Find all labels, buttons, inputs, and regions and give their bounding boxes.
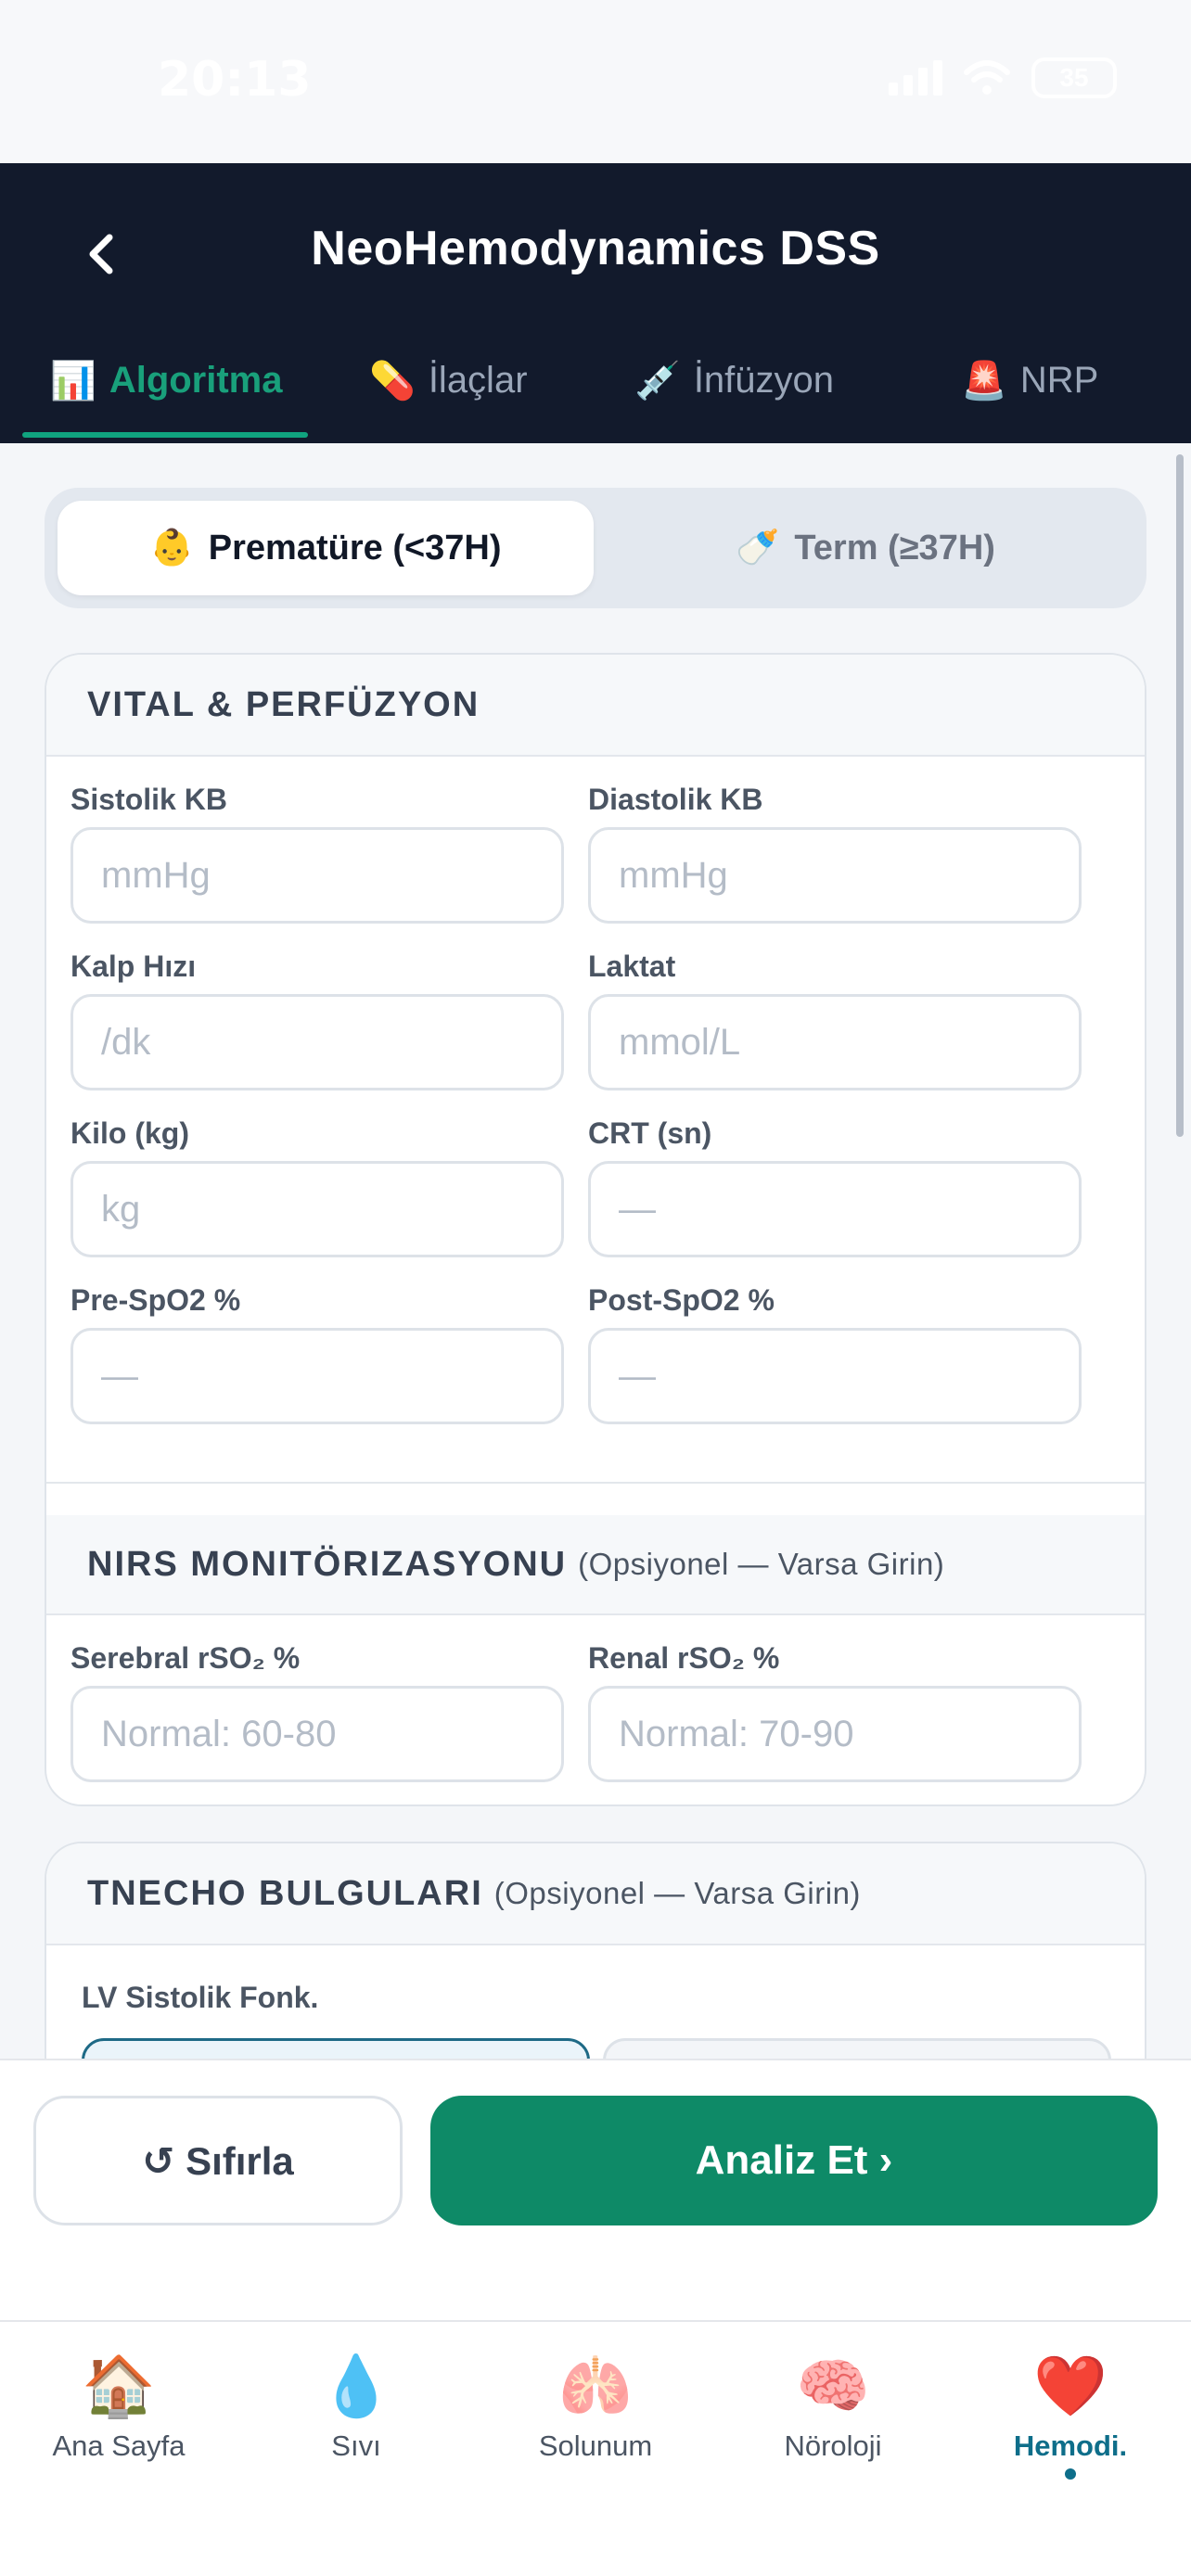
segment-preterm[interactable]: 👶 Prematüre (<37H): [58, 501, 594, 595]
weight-input[interactable]: [70, 1161, 564, 1257]
cerebral-rso2-input[interactable]: [70, 1686, 564, 1782]
syringe-icon: 💉: [634, 359, 681, 402]
tab-nrp[interactable]: 🚨 NRP: [961, 330, 1098, 443]
heart-icon: ❤️: [1033, 2353, 1108, 2421]
battery-icon: 35: [1031, 57, 1117, 98]
cellular-signal-icon: [889, 60, 942, 96]
heart-rate-input[interactable]: [70, 994, 564, 1090]
wifi-icon: [964, 60, 1010, 95]
nirs-header: NIRS MONITÖRIZASYONU (Opsiyonel — Varsa …: [46, 1515, 1145, 1615]
tab-label: NRP: [1019, 359, 1099, 401]
pre-spo2-input[interactable]: [70, 1328, 564, 1424]
nav-label: Hemodi.: [1013, 2429, 1128, 2462]
renal-rso2-input[interactable]: [588, 1686, 1082, 1782]
nav-label: Nöroloji: [784, 2429, 882, 2462]
field-label: Laktat: [588, 950, 676, 983]
brain-icon: 🧠: [796, 2353, 870, 2421]
card-title: VITAL & PERFÜZYON: [87, 684, 480, 724]
lungs-icon: 🫁: [558, 2353, 633, 2421]
tab-ilaclar[interactable]: 💊 İlaçlar: [369, 330, 528, 443]
field-label: CRT (sn): [588, 1116, 712, 1150]
scrollbar[interactable]: [1176, 454, 1184, 1137]
nav-respiratory[interactable]: 🫁 Solunum: [477, 2348, 714, 2463]
field-label: Kilo (kg): [70, 1116, 189, 1150]
nav-neurology[interactable]: 🧠 Nöroloji: [714, 2348, 952, 2463]
segment-label: Prematüre (<37H): [208, 528, 502, 567]
page-title: NeoHemodynamics DSS: [311, 222, 880, 275]
nav-label: Solunum: [538, 2429, 653, 2462]
field-label: Kalp Hızı: [70, 950, 197, 983]
bottom-nav: 🏠 Ana Sayfa 💧 Sıvı 🫁 Solunum 🧠 Nöroloji …: [0, 2320, 1191, 2576]
active-tab-indicator: [22, 432, 308, 438]
app-header: NeoHemodynamics DSS 📊 Algoritma 💊 İlaçla…: [0, 163, 1191, 443]
nirs-title: NIRS MONITÖRIZASYONU: [87, 1544, 568, 1584]
baby-icon: 👶: [149, 529, 194, 567]
house-icon: 🏠: [82, 2353, 156, 2421]
nirs-subtitle: (Opsiyonel — Varsa Girin): [578, 1547, 945, 1581]
crt-input[interactable]: [588, 1161, 1082, 1257]
tab-infuzyon[interactable]: 💉 İnfüzyon: [634, 330, 834, 443]
nav-fluid[interactable]: 💧 Sıvı: [237, 2348, 475, 2463]
status-time: 20:13: [158, 52, 312, 108]
card-title: TNECHO BULGULARI: [87, 1873, 483, 1913]
field-label: Diastolik KB: [588, 783, 763, 816]
card-header: VITAL & PERFÜZYON: [46, 655, 1145, 757]
pill-icon: 💊: [369, 359, 416, 402]
card-subtitle: (Opsiyonel — Varsa Girin): [493, 1876, 861, 1910]
nav-label: Ana Sayfa: [52, 2429, 186, 2462]
field-label: Serebral rSO₂ %: [70, 1641, 301, 1675]
nav-label: Sıvı: [331, 2429, 381, 2462]
active-indicator-dot: [1065, 2468, 1076, 2480]
action-bar: ↺ Sıfırla Analiz Et ›: [0, 2059, 1191, 2320]
field-label: Renal rSO₂ %: [588, 1641, 780, 1675]
field-label: Sistolik KB: [70, 783, 227, 816]
lactate-input[interactable]: [588, 994, 1082, 1090]
nav-home[interactable]: 🏠 Ana Sayfa: [0, 2348, 237, 2463]
segment-term[interactable]: 🍼 Term (≥37H): [597, 501, 1133, 595]
reset-button[interactable]: ↺ Sıfırla: [33, 2096, 403, 2225]
droplet-icon: 💧: [319, 2353, 393, 2421]
field-label: Pre-SpO2 %: [70, 1283, 241, 1317]
tab-label: İnfüzyon: [693, 359, 835, 401]
gestation-segment: 👶 Prematüre (<37H) 🍼 Term (≥37H): [45, 488, 1146, 608]
tab-label: Algoritma: [109, 359, 283, 401]
divider: [46, 1482, 1145, 1484]
field-label: Post-SpO2 %: [588, 1283, 775, 1317]
nav-hemodynamics[interactable]: ❤️ Hemodi.: [952, 2348, 1189, 2480]
vital-card: VITAL & PERFÜZYON Sistolik KB Diastolik …: [45, 653, 1146, 1806]
tab-label: İlaçlar: [428, 359, 528, 401]
segment-label: Term (≥37H): [794, 528, 995, 567]
card-header: TNECHO BULGULARI (Opsiyonel — Varsa Giri…: [46, 1843, 1145, 1945]
diastolic-bp-input[interactable]: [588, 827, 1082, 924]
baby-bottle-icon: 🍼: [736, 529, 780, 567]
siren-icon: 🚨: [961, 359, 1007, 402]
field-label: LV Sistolik Fonk.: [82, 1981, 319, 2014]
status-bar: 20:13 35: [0, 0, 1191, 163]
tab-bar: 📊 Algoritma 💊 İlaçlar 💉 İnfüzyon 🚨 NRP: [0, 330, 1191, 443]
status-icons: 35: [889, 57, 1117, 98]
tab-algoritma[interactable]: 📊 Algoritma: [50, 330, 283, 443]
analyze-button[interactable]: Analiz Et ›: [430, 2096, 1158, 2225]
post-spo2-input[interactable]: [588, 1328, 1082, 1424]
chart-icon: 📊: [50, 359, 96, 402]
systolic-bp-input[interactable]: [70, 827, 564, 924]
